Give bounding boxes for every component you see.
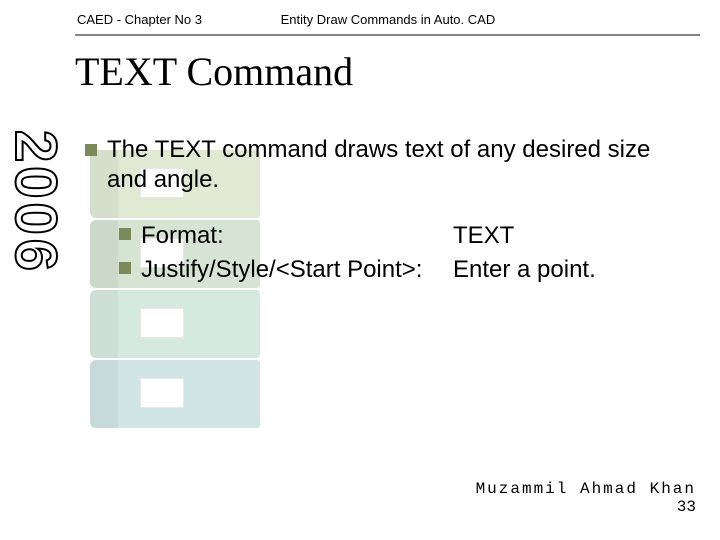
sub2-label: Justify/Style/<Start Point>: — [141, 255, 453, 285]
sub-bullet-row: Format: TEXT — [119, 221, 690, 251]
side-year: 2006 — [6, 130, 64, 275]
square-bullet-icon — [119, 228, 131, 240]
square-bullet-icon — [119, 262, 131, 274]
slide-title: TEXT Command — [75, 48, 353, 95]
slide: CAED - Chapter No 3 Entity Draw Commands… — [0, 0, 720, 540]
sub1-label: Format: — [141, 221, 453, 251]
square-bullet-icon — [85, 144, 97, 156]
header-left: CAED - Chapter No 3 — [77, 12, 277, 27]
header-rule — [75, 34, 700, 36]
sub1-value: TEXT — [453, 221, 690, 251]
footer-page-number: 33 — [476, 498, 696, 516]
body: The TEXT command draws text of any desir… — [85, 135, 690, 289]
header-right: Entity Draw Commands in Auto. CAD — [281, 12, 496, 27]
sub-bullet-row: Justify/Style/<Start Point>: Enter a poi… — [119, 255, 690, 285]
bullet-row: The TEXT command draws text of any desir… — [85, 135, 690, 195]
header: CAED - Chapter No 3 Entity Draw Commands… — [77, 12, 700, 27]
footer-author: Muzammil Ahmad Khan — [476, 480, 696, 498]
main-bullet-text: The TEXT command draws text of any desir… — [107, 135, 690, 195]
sub2-value: Enter a point. — [453, 255, 690, 285]
footer: Muzammil Ahmad Khan 33 — [476, 480, 696, 516]
